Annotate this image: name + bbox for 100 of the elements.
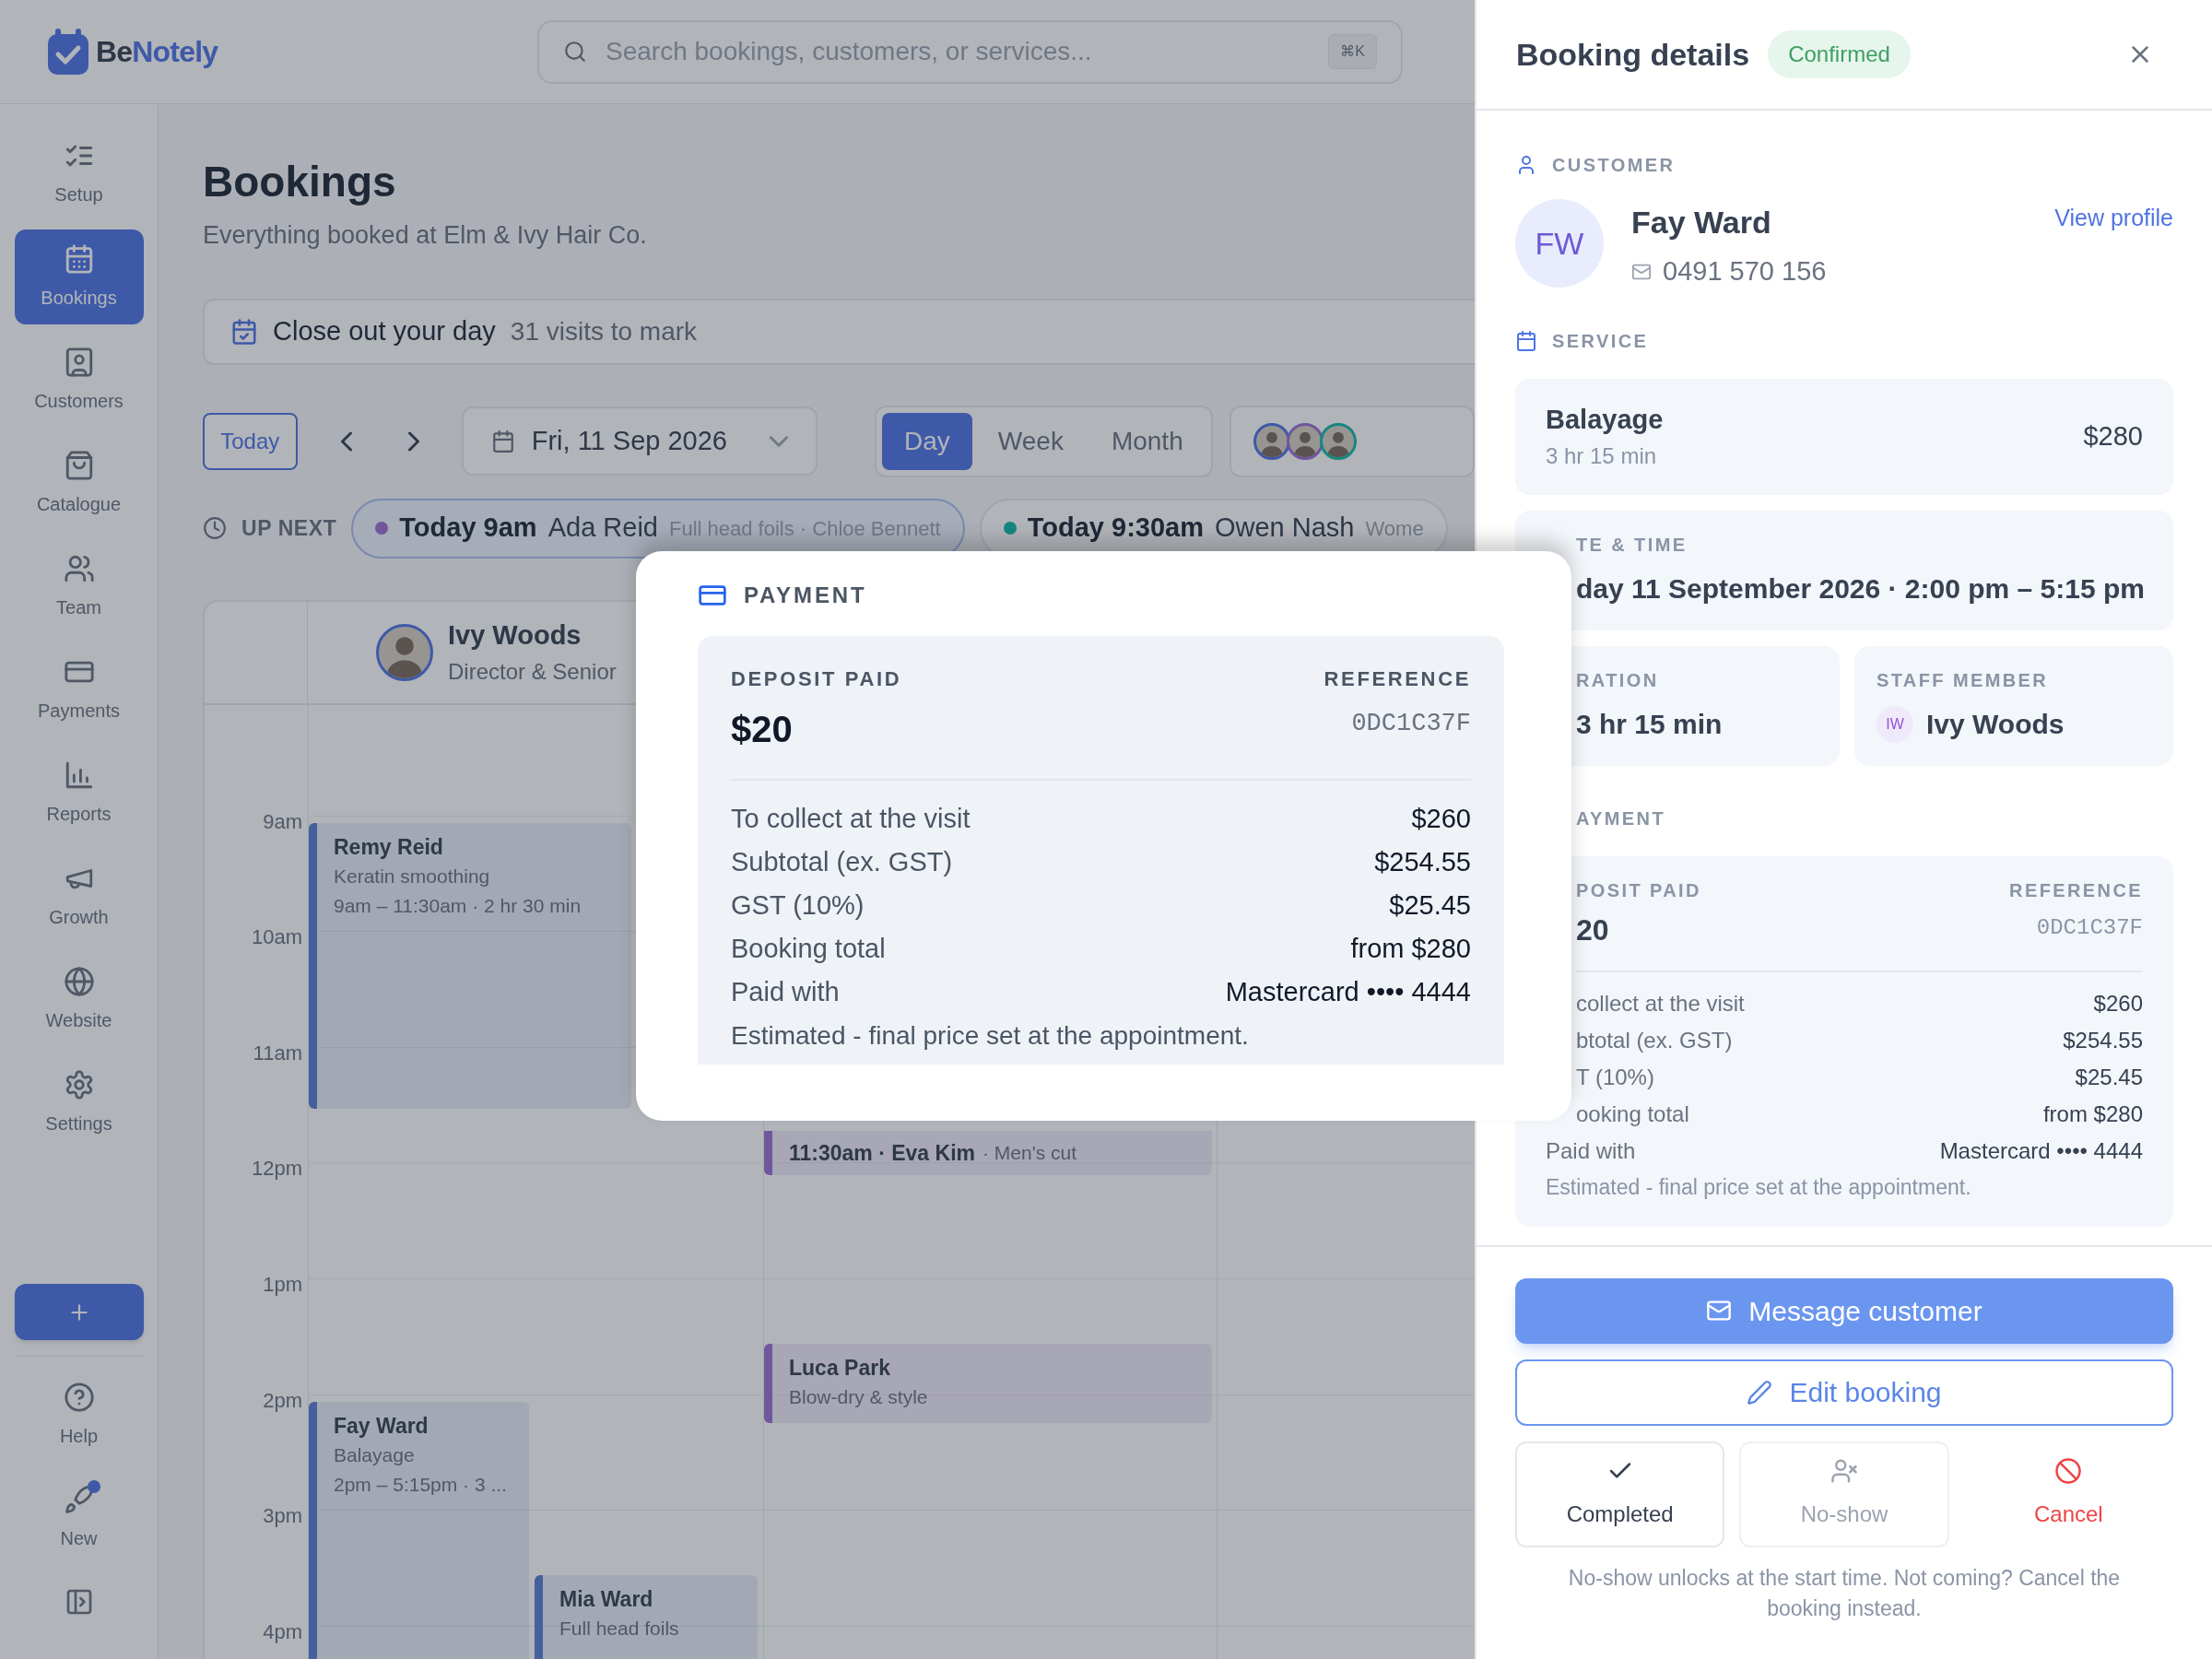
staff-name: Ivy Woods xyxy=(448,618,582,652)
card-label: DEPOSIT PAID xyxy=(731,666,902,692)
booking-time: Today 9am xyxy=(399,512,537,545)
pencil-icon xyxy=(1747,1379,1773,1406)
date-time-value: day 11 September 2026 · 2:00 pm – 5:15 pm xyxy=(1576,572,2146,606)
payment-value: $260 xyxy=(1411,802,1471,835)
sidebar-item[interactable]: Reports xyxy=(14,746,144,841)
booking-time: Today 9:30am xyxy=(1027,512,1204,545)
reference-code: 0DC1C37F xyxy=(2036,913,2143,942)
sidebar-item[interactable]: Customers xyxy=(14,333,144,428)
customer-phone: 0491 570 156 xyxy=(1663,255,1827,288)
booking-detail: Wome xyxy=(1365,515,1424,542)
section-label: UP NEXT xyxy=(241,514,337,542)
sidebar-item[interactable]: New xyxy=(14,1470,144,1565)
status-badge: Confirmed xyxy=(1768,30,1911,78)
calendar-icon xyxy=(1515,329,1537,352)
calendar-check-icon xyxy=(230,317,258,346)
banner-count: 31 visits to mark xyxy=(510,315,698,347)
event-title: 11:30am · Eva Kim xyxy=(789,1139,975,1167)
section-label: CUSTOMER xyxy=(1552,154,1676,177)
staff-name: Ivy Woods xyxy=(1926,708,2065,741)
event-service: Keratin smoothing xyxy=(334,864,491,888)
close-out-banner[interactable]: Close out your day 31 visits to mark xyxy=(203,298,1475,365)
section-label: SERVICE xyxy=(1552,329,1649,353)
message-customer-button[interactable]: Message customer xyxy=(1515,1277,2173,1344)
today-button[interactable]: Today xyxy=(203,412,298,470)
hint-text: No-show unlocks at the start time. Not coming? Cancel the booking instead. xyxy=(1567,1564,2122,1622)
customer-avatar: FW xyxy=(1515,199,1604,288)
payment-value: from $280 xyxy=(1350,932,1471,965)
sidebar-item[interactable]: Team xyxy=(14,539,144,634)
calendar-icon xyxy=(490,429,515,453)
view-tab[interactable]: Day xyxy=(882,412,972,470)
chevron-right-icon xyxy=(408,429,420,453)
view-profile-link[interactable]: View profile xyxy=(2054,201,2173,236)
payment-label: Booking total xyxy=(731,932,886,965)
globe-icon xyxy=(63,965,95,997)
event-service: · Men's cut xyxy=(982,1141,1077,1166)
event-service: Blow-dry & style xyxy=(789,1384,929,1409)
no-entry-icon xyxy=(2054,1457,2083,1485)
sidebar-item[interactable]: Settings xyxy=(14,1055,144,1150)
help-icon xyxy=(63,1381,95,1413)
payment-value: $25.45 xyxy=(1389,888,1471,922)
sidebar-item[interactable]: Payments xyxy=(14,642,144,737)
event-title: Remy Reid xyxy=(334,833,444,861)
sidebar-item[interactable]: Website xyxy=(14,952,144,1047)
card-label: TE & TIME xyxy=(1576,534,1688,557)
person-cross-icon xyxy=(1830,1457,1858,1485)
staff-filter[interactable] xyxy=(1229,405,1475,477)
payment-value: $254.55 xyxy=(2063,1026,2143,1054)
event-time: 9am – 11:30am · 2 hr 30 min xyxy=(334,893,582,918)
status-button[interactable]: Completed xyxy=(1515,1441,1725,1547)
sidebar-item[interactable]: Catalogue xyxy=(14,436,144,531)
edit-booking-button[interactable]: Edit booking xyxy=(1515,1359,2173,1426)
time-label: 11am xyxy=(253,1040,302,1066)
time-label: 4pm xyxy=(263,1618,302,1645)
sidebar-item[interactable]: Help xyxy=(14,1368,144,1463)
time-label: 9am xyxy=(263,808,302,834)
card-label: POSIT PAID xyxy=(1576,878,1701,902)
search-bar[interactable]: Search bookings, customers, or services... ⌘K xyxy=(537,19,1403,84)
date-picker[interactable]: Fri, 11 Sep 2026 xyxy=(461,406,818,476)
search-field[interactable]: Search bookings, customers, or services... xyxy=(606,32,1311,71)
payment-label: Paid with xyxy=(1546,1136,1636,1165)
payment-value: $254.55 xyxy=(1374,845,1471,878)
payment-label: btotal (ex. GST) xyxy=(1576,1026,1733,1054)
view-tab[interactable]: Month xyxy=(1088,412,1206,470)
section-label: PAYMENT xyxy=(744,582,867,609)
event-title: Fay Ward xyxy=(334,1412,429,1440)
payment-label: Subtotal (ex. GST) xyxy=(731,845,953,878)
rocket-icon xyxy=(63,1483,95,1515)
time-label: 2pm xyxy=(263,1387,302,1414)
banner-title: Close out your day xyxy=(273,314,496,347)
payment-label: Paid with xyxy=(731,975,840,1008)
event-time: 2pm – 5:15pm · 3 ... xyxy=(334,1472,508,1497)
payment-label: T (10%) xyxy=(1576,1063,1654,1091)
avatar-icon xyxy=(1319,422,1357,460)
customer-name: Ada Reid xyxy=(547,512,658,545)
sidebar-item[interactable]: Setup xyxy=(14,126,144,221)
sidebar-item[interactable]: Bookings xyxy=(14,229,144,324)
payment-value: Mastercard •••• 4444 xyxy=(1939,1136,2143,1165)
time-label: 12pm xyxy=(251,1155,302,1182)
deposit-amount: $20 xyxy=(731,708,794,751)
sidebar-item[interactable]: Growth xyxy=(14,849,144,944)
brand-name: BeNotely xyxy=(96,34,218,70)
panel-title: Booking details xyxy=(1516,35,1750,74)
page-title: Bookings xyxy=(203,157,397,207)
service-price: $280 xyxy=(2083,419,2143,453)
avatar-icon xyxy=(1253,422,1290,460)
time-label: 10am xyxy=(251,924,302,950)
search-icon xyxy=(563,40,587,64)
card-label: REFERENCE xyxy=(2009,878,2143,902)
avatar-icon xyxy=(1286,422,1324,460)
payment-label: To collect at the visit xyxy=(731,802,971,835)
section-label: AYMENT xyxy=(1576,807,1665,829)
view-tab[interactable]: Week xyxy=(975,412,1086,470)
chevron-down-icon xyxy=(770,435,788,447)
add-button[interactable] xyxy=(14,1284,144,1340)
shortcut-key: ⌘K xyxy=(1328,34,1377,69)
reference-code: 0DC1C37F xyxy=(1351,709,1471,739)
event-service: Balayage xyxy=(334,1442,416,1467)
customer-name: Owen Nash xyxy=(1214,512,1355,545)
